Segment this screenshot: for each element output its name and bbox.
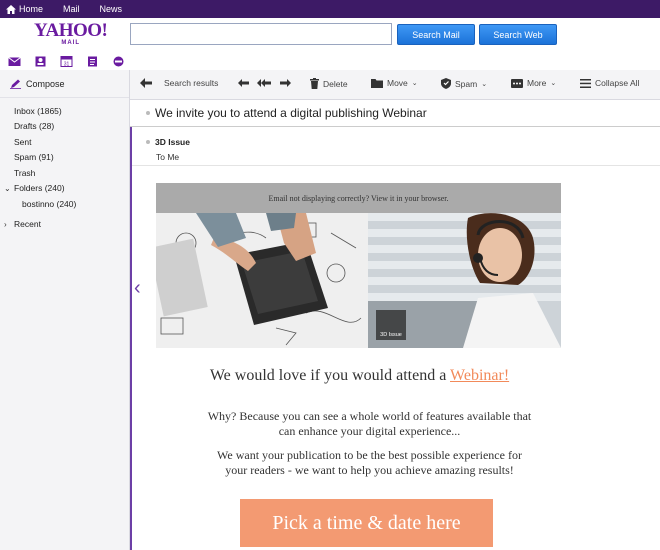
webinar-link[interactable]: Webinar! xyxy=(450,367,509,384)
search-mail-button[interactable]: Search Mail xyxy=(397,24,475,45)
sender-row[interactable]: 3D Issue xyxy=(146,137,190,147)
notepad-icon[interactable] xyxy=(86,54,99,67)
conversation-subject: We invite you to attend a digital publis… xyxy=(130,100,660,127)
chevron-right-icon: › xyxy=(4,219,7,229)
folders-label: Folders (240) xyxy=(14,183,65,194)
subject-text: We invite you to attend a digital publis… xyxy=(155,106,427,120)
paragraph-features-line2: can enhance your digital experience... xyxy=(278,424,461,438)
headline: We would love if you would attend a Webi… xyxy=(132,367,587,385)
email-banner: Email not displaying correctly? View it … xyxy=(156,183,561,348)
chevron-down-icon: ⌄ xyxy=(550,80,557,87)
contacts-icon[interactable] xyxy=(34,54,47,67)
svg-text:31: 31 xyxy=(64,62,70,68)
move-button[interactable]: Move ⌄ xyxy=(371,78,418,88)
sidebar-item-trash[interactable]: Trash xyxy=(0,165,129,181)
paragraph-features-line1: Why? Because you can see a whole world o… xyxy=(207,409,532,423)
forward-icon xyxy=(280,79,291,87)
sidebar-item-spam[interactable]: Spam (91) xyxy=(0,150,129,166)
forward-button[interactable] xyxy=(280,78,291,88)
sidebar-item-inbox[interactable]: Inbox (1865) xyxy=(0,103,129,119)
bullet-icon xyxy=(146,140,150,144)
compose-button[interactable]: Compose xyxy=(0,70,129,98)
collapse-lines-icon xyxy=(580,78,591,88)
support-agent-image: 3D Issue xyxy=(368,213,561,348)
collapse-all-label: Collapse All xyxy=(595,78,640,88)
calendar-icon[interactable]: 31 xyxy=(60,54,73,68)
headline-text: We would love if you would attend a xyxy=(209,367,451,384)
paragraph-publication: We want your publication to be the best … xyxy=(172,448,567,478)
more-button[interactable]: More ⌄ xyxy=(511,78,556,88)
nav-mail[interactable]: Mail xyxy=(63,4,80,14)
paragraph-publication-line2: your readers - we want to help you achie… xyxy=(225,463,514,477)
reply-all-button[interactable] xyxy=(257,78,271,88)
shield-icon xyxy=(441,78,451,89)
message-toolbar: Search results Delete Move ⌄ Spam ⌄ More… xyxy=(130,70,660,100)
move-label: Move xyxy=(387,78,408,88)
chevron-down-icon: ⌄ xyxy=(4,183,11,193)
delete-label: Delete xyxy=(323,78,348,89)
reply-all-icon xyxy=(257,79,271,87)
3d-issue-logo: 3D Issue xyxy=(376,310,406,340)
search-results-label: Search results xyxy=(164,78,219,88)
nav-mail-label: Mail xyxy=(63,4,80,14)
trash-icon xyxy=(310,78,319,89)
mail-icon[interactable] xyxy=(8,54,21,66)
nav-news-label: News xyxy=(99,4,123,14)
back-arrow-icon xyxy=(140,78,152,88)
sidebar-item-drafts[interactable]: Drafts (28) xyxy=(0,119,129,135)
reply-button[interactable] xyxy=(238,78,249,88)
chevron-down-icon: ⌄ xyxy=(481,80,488,88)
bullet-icon xyxy=(146,111,150,115)
badge-label: 3D Issue xyxy=(380,332,402,338)
search-web-button[interactable]: Search Web xyxy=(479,24,557,45)
header: YAHOO! MAIL 31 Search Mail Search Web xyxy=(0,18,660,70)
back-to-search-results[interactable]: Search results xyxy=(140,78,218,88)
message-pane: 3D Issue To Me ‹ Email not displaying co… xyxy=(130,127,660,550)
paragraph-features: Why? Because you can see a whole world o… xyxy=(172,409,567,439)
divider xyxy=(132,165,660,166)
sidebar-item-recent[interactable]: › Recent xyxy=(0,217,129,233)
sender-name: 3D Issue xyxy=(155,137,190,147)
recent-label: Recent xyxy=(14,219,41,230)
sidebar-item-folders[interactable]: ⌄ Folders (240) xyxy=(0,181,129,197)
chevron-left-icon[interactable]: ‹ xyxy=(134,277,141,300)
yahoo-mail-logo[interactable]: YAHOO! MAIL xyxy=(34,20,108,47)
pencil-icon xyxy=(10,79,21,89)
messenger-icon[interactable] xyxy=(112,54,125,67)
more-label: More xyxy=(527,78,547,88)
spam-button[interactable]: Spam ⌄ xyxy=(441,78,487,89)
compose-label: Compose xyxy=(26,78,65,89)
chevron-down-icon: ⌄ xyxy=(411,80,418,87)
spam-label: Spam xyxy=(455,78,478,89)
sidebar-item-bostinno[interactable]: bostinno (240) xyxy=(0,196,129,212)
laptop-sketch-image xyxy=(156,213,368,348)
view-in-browser-link[interactable]: Email not displaying correctly? View it … xyxy=(156,183,561,213)
sidebar: Compose Inbox (1865) Drafts (28) Sent Sp… xyxy=(0,70,130,550)
nav-home[interactable]: Home xyxy=(6,4,43,14)
folder-icon xyxy=(371,79,383,88)
nav-home-label: Home xyxy=(19,4,44,14)
sidebar-item-sent[interactable]: Sent xyxy=(0,134,129,150)
more-dots-icon xyxy=(511,78,523,88)
recipient-row: To Me xyxy=(156,152,180,162)
top-nav-bar: Home Mail News xyxy=(0,0,660,18)
search-input[interactable] xyxy=(130,23,392,45)
paragraph-publication-line1: We want your publication to be the best … xyxy=(217,448,522,462)
collapse-all-button[interactable]: Collapse All xyxy=(580,78,639,88)
home-icon xyxy=(6,4,16,14)
reply-icon xyxy=(238,79,249,87)
nav-news[interactable]: News xyxy=(100,4,123,14)
logo-brand: YAHOO! xyxy=(34,20,108,41)
pick-time-button[interactable]: Pick a time & date here xyxy=(240,499,493,547)
delete-button[interactable]: Delete xyxy=(310,78,348,89)
logo-sub: MAIL xyxy=(61,40,81,46)
app-switcher: 31 xyxy=(8,54,125,68)
